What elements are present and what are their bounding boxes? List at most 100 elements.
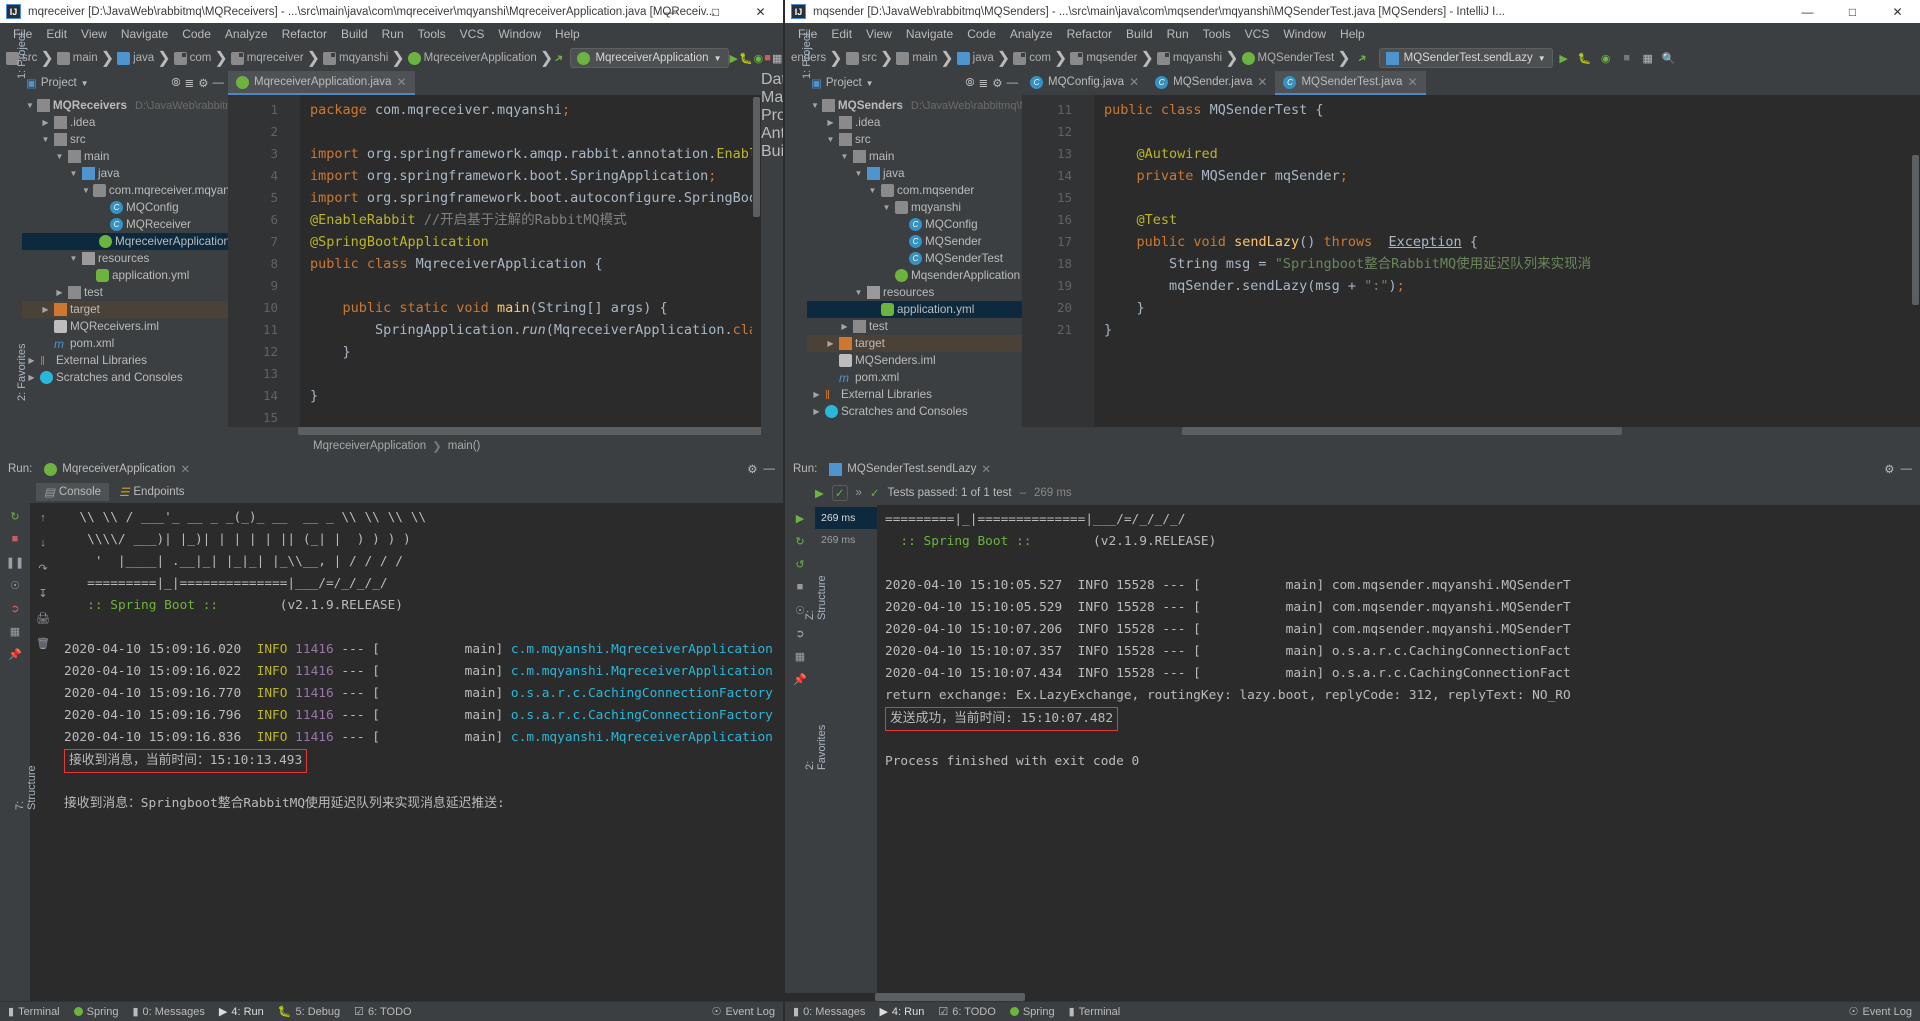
disclosure-triangle-icon[interactable]: ▶ [54, 288, 65, 297]
tree-item-com-mqreceiver-mqyanshi[interactable]: ▼ com.mqreceiver.mqyanshi [22, 182, 228, 199]
disclosure-triangle-icon[interactable]: ▼ [853, 169, 864, 178]
menu-tools[interactable]: Tools [411, 25, 453, 43]
right-close-button[interactable]: ✕ [1875, 0, 1920, 23]
rerun-icon[interactable]: ↻ [8, 509, 22, 523]
left-editor-hscroll[interactable] [228, 427, 783, 435]
disclosure-triangle-icon[interactable]: ▼ [839, 152, 850, 161]
disclosure-triangle-icon[interactable]: ▼ [54, 152, 65, 161]
breadcrumb-src[interactable]: src [844, 51, 879, 66]
breadcrumb-class[interactable]: MqreceiverApplication [406, 51, 539, 66]
tree-item-target[interactable]: ▶ target [807, 335, 1022, 352]
breadcrumb-test-class[interactable]: MQSenderTest [1240, 51, 1337, 66]
debug-button[interactable]: 🐛 [739, 48, 753, 68]
tree-item-java[interactable]: ▼ java [22, 165, 228, 182]
tree-item-java[interactable]: ▼ java [807, 165, 1022, 182]
pin-icon[interactable]: 📌 [8, 647, 22, 661]
gear-icon[interactable]: ⚙ [992, 76, 1002, 90]
run-configuration-selector[interactable]: MQSenderTest.sendLazy ▼ [1378, 48, 1553, 68]
tree-item-src[interactable]: ▼ src [22, 131, 228, 148]
tree-item--idea[interactable]: ▶ .idea [807, 114, 1022, 131]
project-structure-icon[interactable]: ▦ [1638, 48, 1658, 68]
tool-label-database[interactable]: Database [761, 71, 783, 88]
code-line[interactable]: @Test [1094, 209, 1911, 231]
menu-help[interactable]: Help [548, 25, 587, 43]
status-spring[interactable]: Spring [1009, 1006, 1055, 1018]
close-icon[interactable]: ✕ [981, 462, 991, 476]
status-run[interactable]: ▶ 4: Run [879, 1005, 924, 1019]
close-icon[interactable]: ✕ [180, 462, 190, 476]
tree-item-mqreceiverapplication[interactable]: MqreceiverApplication [22, 233, 228, 250]
disclosure-triangle-icon[interactable]: ▶ [825, 118, 836, 127]
hide-icon[interactable]: — [213, 77, 225, 89]
code-line[interactable] [1094, 121, 1911, 143]
gear-icon[interactable]: ⚙ [747, 462, 757, 476]
disclosure-triangle-icon[interactable]: ▶ [40, 305, 51, 314]
code-line[interactable]: public class MQSenderTest { [1094, 99, 1911, 121]
pause-icon[interactable]: ❚❚ [6, 555, 24, 569]
tree-item-scratches-and-consoles[interactable]: ▶ Scratches and Consoles [807, 403, 1022, 420]
menu-vcs[interactable]: VCS [1238, 25, 1277, 43]
code-line[interactable]: import org.springframework.boot.autoconf… [300, 187, 752, 209]
status-terminal[interactable]: ▮ Terminal [8, 1005, 60, 1019]
menu-analyze[interactable]: Analyze [218, 25, 275, 43]
breadcrumb-java[interactable]: java [115, 51, 156, 66]
run-coverage-button[interactable]: ◉ [1596, 48, 1616, 68]
editor-tab-mqsender[interactable]: C MQSender.java ✕ [1147, 71, 1276, 95]
exit-icon[interactable]: ➲ [8, 601, 22, 615]
breadcrumb-mqyanshi[interactable]: mqyanshi [1155, 51, 1224, 66]
run-button[interactable]: ▶ [730, 48, 738, 68]
right-code-area[interactable]: 11 12 13 14 15 16 17 18 19 20 21 public class MQSe… [1022, 95, 1920, 427]
disclosure-triangle-icon[interactable]: ▼ [68, 169, 79, 178]
disclosure-triangle-icon[interactable]: ▶ [839, 322, 850, 331]
test-duration-row[interactable]: 269 ms [815, 529, 877, 551]
code-line[interactable]: @EnableRabbit //开启基于注解的RabbitMQ模式 [300, 209, 752, 231]
menu-view[interactable]: View [859, 25, 899, 43]
menu-navigate[interactable]: Navigate [899, 25, 960, 43]
menu-code[interactable]: Code [960, 25, 1003, 43]
right-maximize-button[interactable]: □ [1830, 0, 1875, 23]
breadcrumb-mqyanshi[interactable]: mqyanshi [321, 51, 390, 66]
bottom-breadcrumb-method[interactable]: main() [448, 440, 481, 452]
code-line[interactable]: private MQSender mqSender; [1094, 165, 1911, 187]
tree-item-test[interactable]: ▶ test [807, 318, 1022, 335]
tree-item-mqsendertest[interactable]: C MQSenderTest [807, 250, 1022, 267]
left-console-output[interactable]: \\ \\ / ___'_ __ _ _(_)_ __ __ _ \\ \\ \… [56, 503, 783, 1001]
stop-icon[interactable]: ■ [8, 532, 22, 546]
soft-wrap-icon[interactable]: ↷ [36, 561, 50, 575]
editor-tab-mqsendertest[interactable]: C MQSenderTest.java ✕ [1275, 71, 1426, 95]
tree-item--idea[interactable]: ▶ .idea [22, 114, 228, 131]
project-structure-icon[interactable]: ▦ [772, 48, 782, 68]
left-project-tree[interactable]: ▼ MQReceivers D:\JavaWeb\rabbitmq\M ▶ .idea ▼… [22, 95, 228, 457]
trash-icon[interactable]: 🗑 [36, 636, 50, 650]
code-line[interactable] [300, 275, 752, 297]
status-debug[interactable]: 🐛 5: Debug [278, 1005, 340, 1019]
tree-item-main[interactable]: ▼ main [22, 148, 228, 165]
code-line[interactable]: public class MqreceiverApplication { [300, 253, 752, 275]
code-line[interactable]: SpringApplication.run(MqreceiverApplicat… [300, 319, 752, 341]
tree-item-resources[interactable]: ▼ resources [22, 250, 228, 267]
run-tab-sendlazy[interactable]: MQSenderTest.sendLazy ✕ [823, 460, 997, 478]
tree-item-main[interactable]: ▼ main [807, 148, 1022, 165]
right-code-text[interactable]: public class MQSenderTest { @Autowired p… [1094, 95, 1911, 427]
scroll-down-icon[interactable]: ↓ [36, 536, 50, 550]
code-line[interactable]: public static void main(String[] args) { [300, 297, 752, 319]
disclosure-triangle-icon[interactable]: ▼ [40, 135, 51, 144]
rerun-tests-icon[interactable]: ▶ [815, 486, 824, 500]
code-line[interactable]: } [1094, 319, 1911, 341]
stop-button[interactable]: ■ [1617, 48, 1637, 68]
chevron-down-icon[interactable]: ▼ [866, 79, 874, 88]
disclosure-triangle-icon[interactable]: ▶ [825, 339, 836, 348]
menu-build[interactable]: Build [1119, 25, 1160, 43]
tab-console[interactable]: ▤ Console [36, 483, 110, 501]
run-button[interactable]: ▶ [1554, 48, 1574, 68]
disclosure-triangle-icon[interactable]: ▼ [26, 101, 34, 110]
breadcrumb-com[interactable]: com [172, 51, 214, 66]
status-event-log[interactable]: ☉ Event Log [712, 1005, 775, 1019]
status-todo[interactable]: ☑ 6: TODO [354, 1005, 411, 1019]
tree-item-com-mqsender[interactable]: ▼ com.mqsender [807, 182, 1022, 199]
breadcrumb-main[interactable]: main [55, 51, 100, 66]
code-line[interactable]: mqSender.sendLazy(msg + ":"); [1094, 275, 1911, 297]
right-fold-column[interactable] [1080, 95, 1094, 427]
menu-vcs[interactable]: VCS [453, 25, 492, 43]
tree-item-mqconfig[interactable]: C MQConfig [807, 216, 1022, 233]
